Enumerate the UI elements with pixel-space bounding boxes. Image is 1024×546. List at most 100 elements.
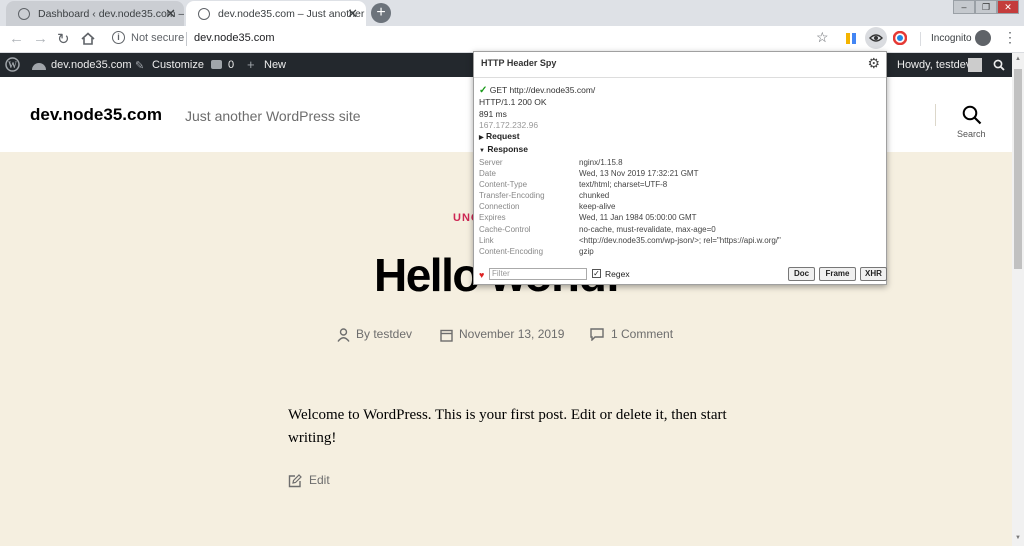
header-row: Cache-Control no-cache, must-revalidate, …	[479, 225, 883, 236]
header-row: Link <http://dev.node35.com/wp-json/>; re…	[479, 236, 883, 247]
header-row: Expires Wed, 11 Jan 1984 05:00:00 GMT	[479, 213, 883, 224]
header-row: Date Wed, 13 Nov 2019 17:32:21 GMT	[479, 169, 883, 180]
dashboard-icon	[32, 63, 46, 70]
tab-site[interactable]: dev.node35.com – Just another W ✕	[186, 1, 366, 26]
spy-request-label: Request	[486, 131, 520, 141]
heart-icon[interactable]: ♥	[479, 270, 484, 280]
admin-bar-site-link[interactable]: dev.node35.com	[51, 59, 132, 71]
spy-ip: 167.172.232.96	[479, 120, 539, 130]
calendar-icon	[440, 329, 453, 342]
spy-filter-input[interactable]: Filter	[489, 268, 587, 280]
close-tab-icon[interactable]: ✕	[347, 6, 358, 22]
menu-icon[interactable]: ⋮	[1003, 29, 1017, 46]
lighthouse-extension-icon[interactable]	[844, 31, 858, 46]
header-value: Wed, 13 Nov 2019 17:32:21 GMT	[579, 169, 699, 178]
forward-icon[interactable]: →	[33, 30, 48, 47]
header-value: no-cache, must-revalidate, max-age=0	[579, 225, 716, 234]
info-icon[interactable]: i	[112, 31, 125, 44]
address-input[interactable]: dev.node35.com	[194, 32, 275, 44]
spy-request-toggle[interactable]: ▶ Request	[479, 131, 520, 141]
globe-icon	[18, 7, 30, 20]
admin-search-icon[interactable]	[993, 59, 1005, 71]
header-name: Content-Encoding	[479, 247, 544, 256]
post-author[interactable]: By testdev	[356, 327, 412, 341]
admin-bar-comments-count[interactable]: 0	[228, 59, 234, 71]
search-icon[interactable]	[962, 105, 982, 125]
new-tab-button[interactable]: +	[371, 3, 391, 23]
header-name: Transfer-Encoding	[479, 191, 545, 200]
security-label[interactable]: Not secure	[131, 32, 184, 44]
regex-checkbox[interactable]: ✓	[592, 269, 601, 278]
plus-icon: +	[247, 57, 255, 72]
spy-response-toggle[interactable]: ▼ Response	[479, 144, 528, 154]
tab-dashboard[interactable]: Dashboard ‹ dev.node35.com — ✕	[6, 1, 184, 26]
scroll-up-icon[interactable]: ▲	[1015, 56, 1021, 62]
header-value: Wed, 11 Jan 1984 05:00:00 GMT	[579, 213, 697, 222]
admin-bar-new-link[interactable]: New	[264, 59, 286, 71]
xhr-filter-button[interactable]: XHR	[860, 267, 887, 281]
toolbar-divider	[920, 32, 921, 46]
header-value: gzip	[579, 247, 594, 256]
checkmark-icon: ✓	[479, 85, 488, 96]
spy-time: 891 ms	[479, 109, 507, 119]
tab-title: Dashboard ‹ dev.node35.com —	[38, 7, 184, 20]
reload-icon[interactable]: ↻	[57, 30, 70, 48]
edit-post-link[interactable]: Edit	[309, 473, 330, 487]
incognito-label: Incognito	[931, 33, 972, 44]
header-value: keep-alive	[579, 202, 616, 211]
incognito-icon[interactable]	[975, 30, 991, 46]
tab-title: dev.node35.com – Just another W	[218, 7, 366, 20]
omnibox-divider	[186, 32, 187, 46]
site-tagline: Just another WordPress site	[185, 108, 361, 124]
comment-icon	[590, 328, 604, 341]
color-extension-icon[interactable]	[893, 31, 907, 45]
spy-divider	[474, 77, 886, 78]
header-value: <http://dev.node35.com/wp-json/>; rel="h…	[579, 236, 781, 245]
scroll-down-icon[interactable]: ▼	[1015, 535, 1021, 541]
header-name: Date	[479, 169, 496, 178]
header-row: Content-Encoding gzip	[479, 247, 883, 258]
close-tab-icon[interactable]: ✕	[165, 6, 176, 22]
spy-status: HTTP/1.1 200 OK	[479, 97, 547, 107]
header-row: Content-Type text/html; charset=UTF-8	[479, 180, 883, 191]
frame-filter-button[interactable]: Frame	[819, 267, 856, 281]
close-window-button[interactable]: ✕	[997, 0, 1019, 14]
svg-text:W: W	[8, 60, 17, 70]
header-name: Server	[479, 158, 503, 167]
gear-icon[interactable]: ⚙	[867, 55, 880, 72]
wordpress-logo-icon[interactable]: W	[5, 57, 20, 72]
header-value: chunked	[579, 191, 610, 200]
header-name: Link	[479, 236, 494, 245]
page-scrollbar[interactable]: ▲ ▼	[1012, 53, 1024, 546]
post-body: Welcome to WordPress. This is your first…	[288, 407, 727, 446]
triangle-down-icon: ▼	[479, 148, 485, 154]
scrollbar-thumb[interactable]	[1014, 69, 1022, 269]
pencil-icon: ✎	[135, 60, 145, 72]
post-comments-link[interactable]: 1 Comment	[611, 327, 673, 341]
header-name: Cache-Control	[479, 225, 531, 234]
maximize-button[interactable]: ❐	[975, 0, 997, 14]
regex-label: Regex	[605, 269, 630, 279]
header-name: Expires	[479, 213, 506, 222]
bookmark-star-icon[interactable]: ☆	[816, 29, 829, 46]
header-name: Connection	[479, 202, 520, 211]
user-avatar[interactable]	[968, 58, 982, 72]
header-row: Transfer-Encoding chunked	[479, 191, 883, 202]
home-icon[interactable]	[81, 32, 95, 45]
author-icon	[337, 328, 350, 342]
site-title[interactable]: dev.node35.com	[30, 105, 162, 125]
back-icon[interactable]: ←	[9, 30, 24, 47]
header-row: Connection keep-alive	[479, 202, 883, 213]
admin-bar-greeting[interactable]: Howdy, testdev	[897, 59, 971, 71]
post-date[interactable]: November 13, 2019	[459, 327, 564, 341]
search-label[interactable]: Search	[957, 129, 986, 139]
admin-bar-customize-link[interactable]: Customize	[152, 59, 204, 71]
spy-request-line[interactable]: ✓ GET http://dev.node35.com/	[479, 85, 595, 96]
minimize-button[interactable]: –	[953, 0, 975, 14]
browser-toolbar: ← → ↻ i Not secure dev.node35.com ☆ Inco…	[0, 26, 1024, 53]
eye-icon	[869, 34, 883, 42]
header-divider	[935, 104, 936, 126]
spy-response-label: Response	[487, 144, 528, 154]
doc-filter-button[interactable]: Doc	[788, 267, 815, 281]
header-value: nginx/1.15.8	[579, 158, 623, 167]
